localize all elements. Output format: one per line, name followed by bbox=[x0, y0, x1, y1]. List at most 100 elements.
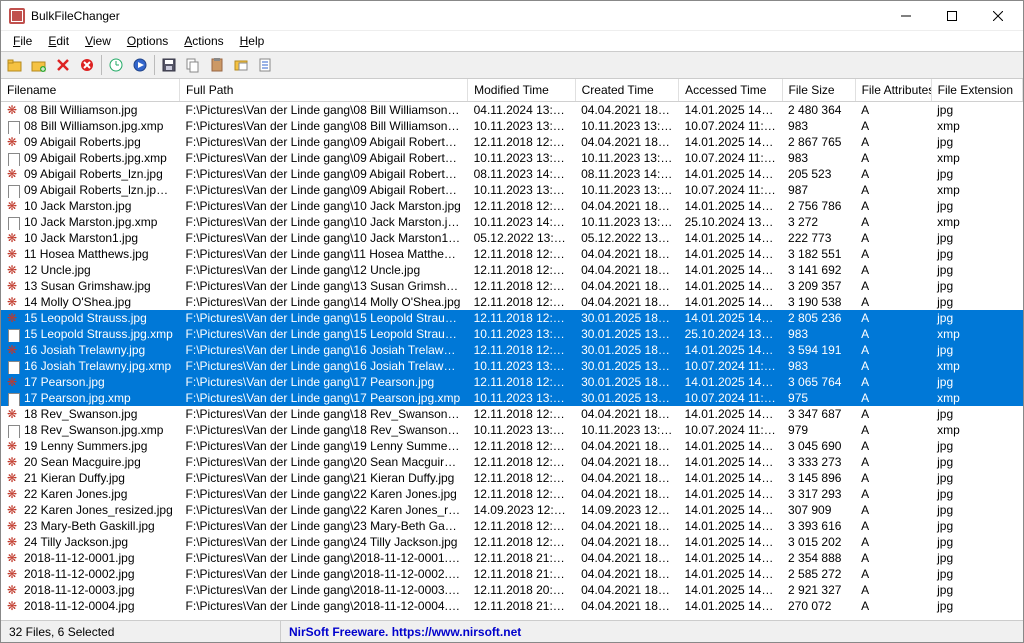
col-attrs[interactable]: File Attributes bbox=[855, 79, 931, 102]
table-row[interactable]: 16 Josiah Trelawny.jpg.xmpF:\Pictures\Va… bbox=[1, 358, 1023, 374]
menu-actions[interactable]: Actions bbox=[176, 32, 231, 50]
col-size[interactable]: File Size bbox=[782, 79, 855, 102]
col-ext[interactable]: File Extension bbox=[931, 79, 1022, 102]
cell-ext: jpg bbox=[931, 262, 1022, 278]
menu-view[interactable]: View bbox=[77, 32, 119, 50]
close-button[interactable] bbox=[975, 1, 1021, 31]
file-icon bbox=[7, 457, 21, 469]
cell-modified: 10.11.2023 13:41:03 bbox=[468, 182, 576, 198]
maximize-button[interactable] bbox=[929, 1, 975, 31]
minimize-button[interactable] bbox=[883, 1, 929, 31]
cell-size: 3 209 357 bbox=[782, 278, 855, 294]
cell-size: 983 bbox=[782, 150, 855, 166]
cell-accessed: 14.01.2025 14:27:47 bbox=[679, 230, 782, 246]
save-icon[interactable] bbox=[159, 55, 179, 75]
table-row[interactable]: 19 Lenny Summers.jpgF:\Pictures\Van der … bbox=[1, 438, 1023, 454]
remove-icon[interactable] bbox=[53, 55, 73, 75]
cell-size: 3 347 687 bbox=[782, 406, 855, 422]
cell-path: F:\Pictures\Van der Linde gang\2018-11-1… bbox=[180, 550, 468, 566]
file-icon bbox=[7, 601, 21, 613]
cell-path: F:\Pictures\Van der Linde gang\16 Josiah… bbox=[180, 358, 468, 374]
status-credit[interactable]: NirSoft Freeware. https://www.nirsoft.ne… bbox=[281, 625, 521, 639]
table-row[interactable]: 12 Uncle.jpgF:\Pictures\Van der Linde ga… bbox=[1, 262, 1023, 278]
cell-created: 30.01.2025 13:41:04 bbox=[575, 326, 678, 342]
cell-modified: 12.11.2018 12:30:52 bbox=[468, 454, 576, 470]
menu-options[interactable]: Options bbox=[119, 32, 176, 50]
clear-icon[interactable] bbox=[77, 55, 97, 75]
cell-modified: 12.11.2018 12:31:59 bbox=[468, 518, 576, 534]
cell-created: 30.01.2025 18:35:52 bbox=[575, 342, 678, 358]
table-row[interactable]: 14 Molly O'Shea.jpgF:\Pictures\Van der L… bbox=[1, 294, 1023, 310]
table-row[interactable]: 15 Leopold Strauss.jpgF:\Pictures\Van de… bbox=[1, 310, 1023, 326]
cell-ext: jpg bbox=[931, 294, 1022, 310]
cell-path: F:\Pictures\Van der Linde gang\2018-11-1… bbox=[180, 566, 468, 582]
table-row[interactable]: 13 Susan Grimshaw.jpgF:\Pictures\Van der… bbox=[1, 278, 1023, 294]
execute-icon[interactable] bbox=[130, 55, 150, 75]
table-row[interactable]: 22 Karen Jones.jpgF:\Pictures\Van der Li… bbox=[1, 486, 1023, 502]
menu-help[interactable]: Help bbox=[232, 32, 273, 50]
table-row[interactable]: 08 Bill Williamson.jpg.xmpF:\Pictures\Va… bbox=[1, 118, 1023, 134]
col-accessed[interactable]: Accessed Time bbox=[679, 79, 782, 102]
table-row[interactable]: 2018-11-12-0003.jpgF:\Pictures\Van der L… bbox=[1, 582, 1023, 598]
table-row[interactable]: 2018-11-12-0001.jpgF:\Pictures\Van der L… bbox=[1, 550, 1023, 566]
menu-edit[interactable]: Edit bbox=[40, 32, 77, 50]
table-row[interactable]: 09 Abigail Roberts_lzn.jpg.xmpF:\Picture… bbox=[1, 182, 1023, 198]
cell-ext: jpg bbox=[931, 406, 1022, 422]
table-row[interactable]: 24 Tilly Jackson.jpgF:\Pictures\Van der … bbox=[1, 534, 1023, 550]
cell-size: 3 272 bbox=[782, 214, 855, 230]
table-row[interactable]: 23 Mary-Beth Gaskill.jpgF:\Pictures\Van … bbox=[1, 518, 1023, 534]
table-row[interactable]: 15 Leopold Strauss.jpg.xmpF:\Pictures\Va… bbox=[1, 326, 1023, 342]
paste-icon[interactable] bbox=[207, 55, 227, 75]
cell-modified: 12.11.2018 12:31:46 bbox=[468, 486, 576, 502]
table-row[interactable]: 10 Jack Marston.jpgF:\Pictures\Van der L… bbox=[1, 198, 1023, 214]
table-row[interactable]: 18 Rev_Swanson.jpgF:\Pictures\Van der Li… bbox=[1, 406, 1023, 422]
cell-created: 04.04.2021 18:35:51 bbox=[575, 102, 678, 119]
cell-created: 10.11.2023 13:41:03 bbox=[575, 422, 678, 438]
cell-created: 10.11.2023 13:41:03 bbox=[575, 214, 678, 230]
cell-path: F:\Pictures\Van der Linde gang\15 Leopol… bbox=[180, 310, 468, 326]
table-row[interactable]: 17 Pearson.jpgF:\Pictures\Van der Linde … bbox=[1, 374, 1023, 390]
col-filename[interactable]: Filename bbox=[1, 79, 180, 102]
table-row[interactable]: 09 Abigail Roberts_lzn.jpgF:\Pictures\Va… bbox=[1, 166, 1023, 182]
table-row[interactable]: 2018-11-12-0004.jpgF:\Pictures\Van der L… bbox=[1, 598, 1023, 614]
copy-icon[interactable] bbox=[183, 55, 203, 75]
table-row[interactable]: 18 Rev_Swanson.jpg.xmpF:\Pictures\Van de… bbox=[1, 422, 1023, 438]
table-row[interactable]: 20 Sean Macguire.jpgF:\Pictures\Van der … bbox=[1, 454, 1023, 470]
table-row[interactable]: 09 Abigail Roberts.jpg.xmpF:\Pictures\Va… bbox=[1, 150, 1023, 166]
cell-size: 2 867 765 bbox=[782, 134, 855, 150]
table-row[interactable]: 21 Kieran Duffy.jpgF:\Pictures\Van der L… bbox=[1, 470, 1023, 486]
table-row[interactable]: 2018-11-12-0002.jpgF:\Pictures\Van der L… bbox=[1, 566, 1023, 582]
cell-size: 979 bbox=[782, 422, 855, 438]
cell-attrs: A bbox=[855, 486, 931, 502]
cell-path: F:\Pictures\Van der Linde gang\20 Sean M… bbox=[180, 454, 468, 470]
cell-attrs: A bbox=[855, 102, 931, 119]
cell-ext: jpg bbox=[931, 134, 1022, 150]
menubar: File Edit View Options Actions Help bbox=[1, 31, 1023, 51]
add-folder-icon[interactable] bbox=[29, 55, 49, 75]
time-icon[interactable] bbox=[106, 55, 126, 75]
menu-file[interactable]: File bbox=[5, 32, 40, 50]
table-row[interactable]: 10 Jack Marston1.jpgF:\Pictures\Van der … bbox=[1, 230, 1023, 246]
file-icon bbox=[7, 137, 21, 149]
statusbar: 32 Files, 6 Selected NirSoft Freeware. h… bbox=[1, 620, 1023, 642]
cell-attrs: A bbox=[855, 150, 931, 166]
table-row[interactable]: 08 Bill Williamson.jpgF:\Pictures\Van de… bbox=[1, 102, 1023, 119]
col-fullpath[interactable]: Full Path bbox=[180, 79, 468, 102]
table-row[interactable]: 10 Jack Marston.jpg.xmpF:\Pictures\Van d… bbox=[1, 214, 1023, 230]
table-row[interactable]: 11 Hosea Matthews.jpgF:\Pictures\Van der… bbox=[1, 246, 1023, 262]
explorer-icon[interactable] bbox=[231, 55, 251, 75]
file-table-wrap[interactable]: Filename Full Path Modified Time Created… bbox=[1, 79, 1023, 620]
cell-filename: 10 Jack Marston.jpg bbox=[1, 198, 180, 214]
cell-created: 04.04.2021 18:35:52 bbox=[575, 406, 678, 422]
table-row[interactable]: 17 Pearson.jpg.xmpF:\Pictures\Van der Li… bbox=[1, 390, 1023, 406]
table-row[interactable]: 16 Josiah Trelawny.jpgF:\Pictures\Van de… bbox=[1, 342, 1023, 358]
table-row[interactable]: 22 Karen Jones_resized.jpgF:\Pictures\Va… bbox=[1, 502, 1023, 518]
col-created[interactable]: Created Time bbox=[575, 79, 678, 102]
cell-accessed: 14.01.2025 14:27:47 bbox=[679, 262, 782, 278]
table-row[interactable]: 09 Abigail Roberts.jpgF:\Pictures\Van de… bbox=[1, 134, 1023, 150]
add-files-icon[interactable] bbox=[5, 55, 25, 75]
properties-icon[interactable] bbox=[255, 55, 275, 75]
cell-size: 222 773 bbox=[782, 230, 855, 246]
col-modified[interactable]: Modified Time bbox=[468, 79, 576, 102]
cell-filename: 16 Josiah Trelawny.jpg bbox=[1, 342, 180, 358]
